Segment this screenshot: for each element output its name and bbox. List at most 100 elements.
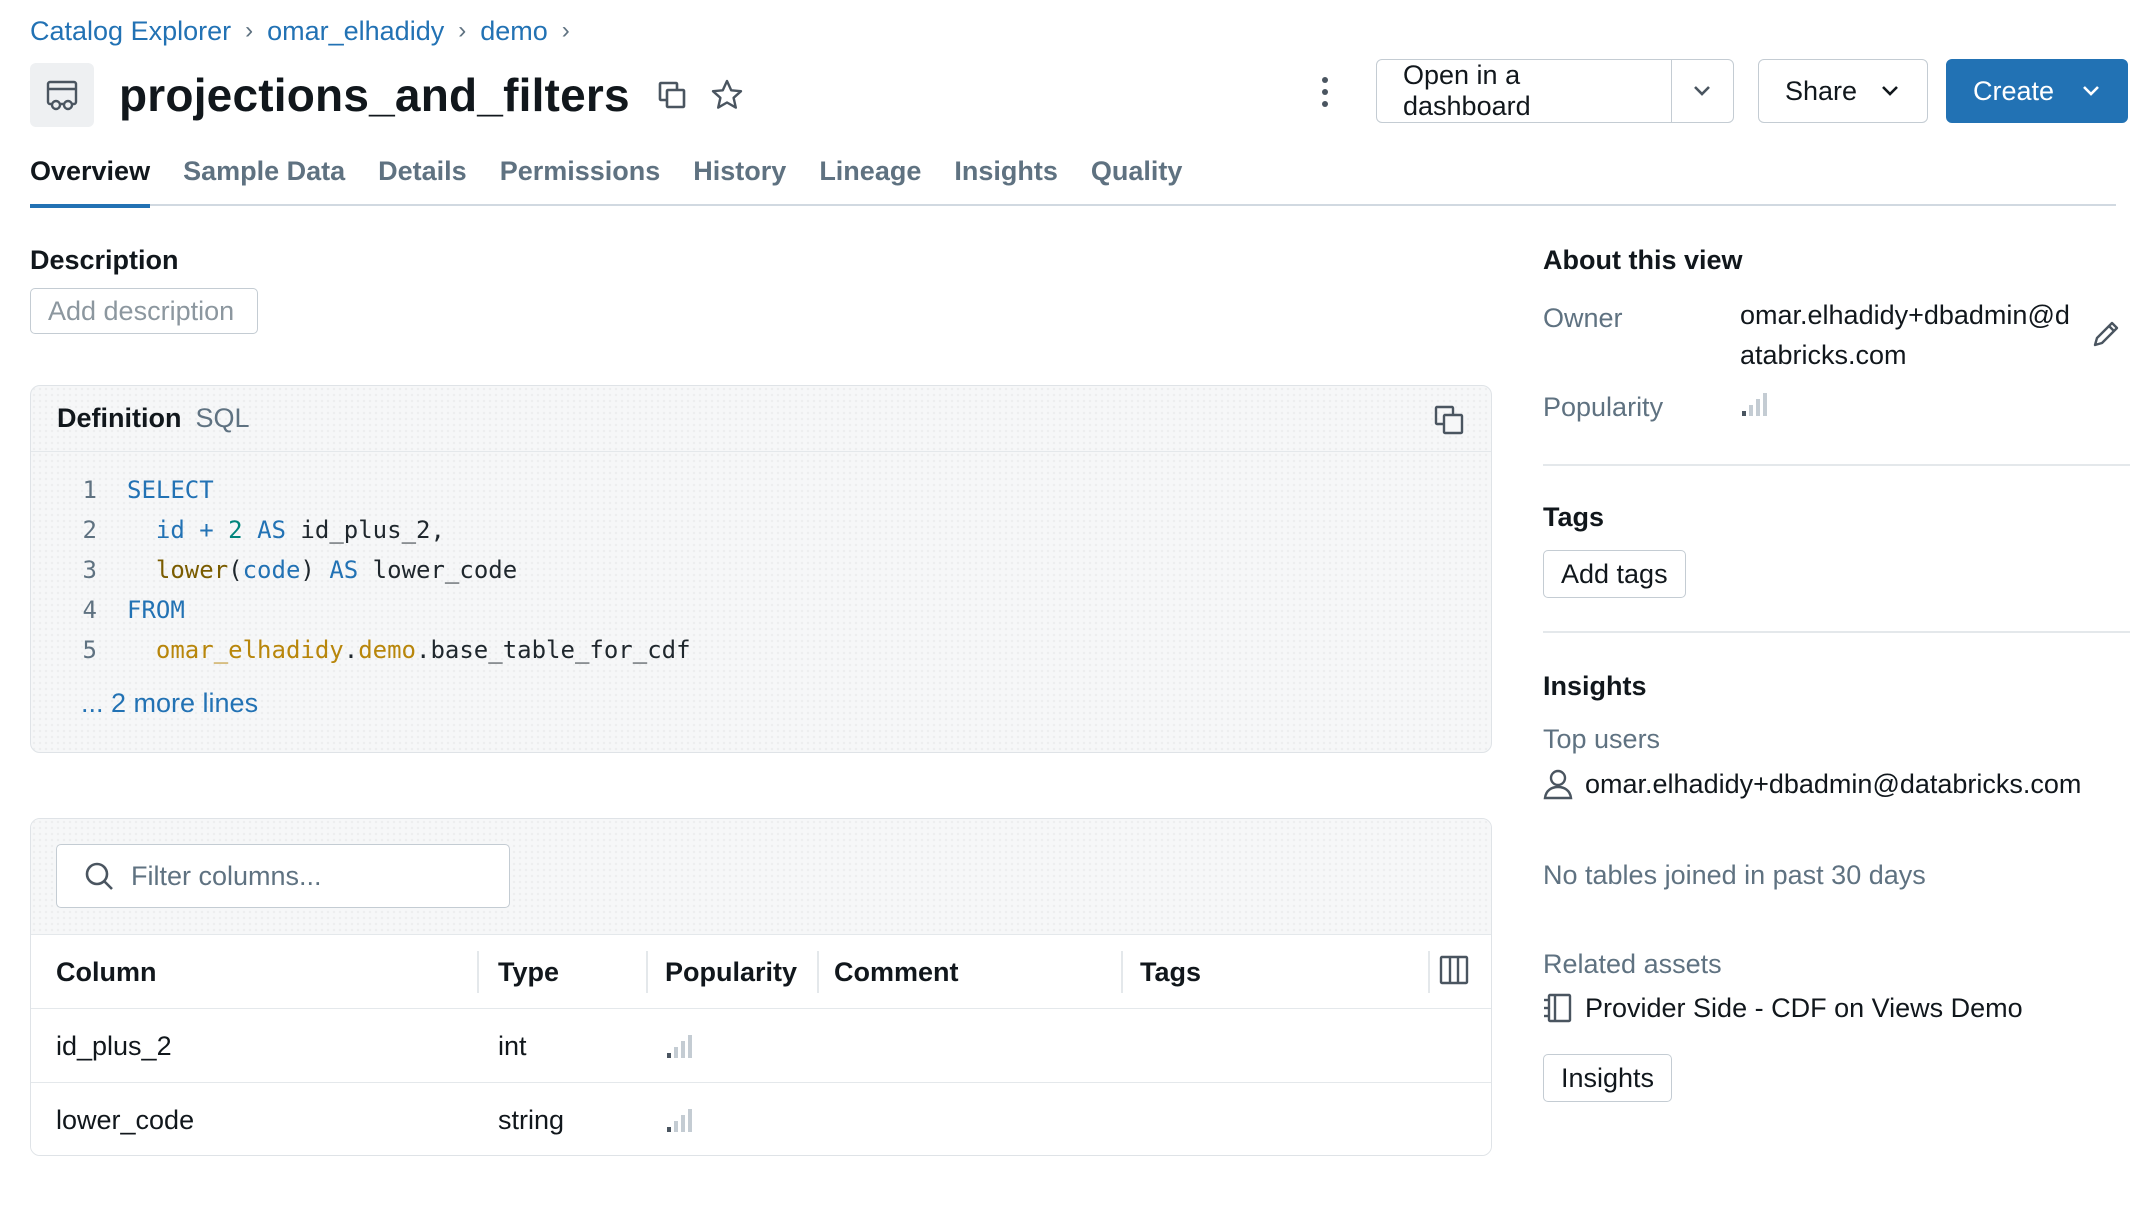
line-number: 2 (82, 516, 97, 544)
breadcrumb-catalog[interactable]: omar_elhadidy (267, 16, 444, 47)
top-user-email: omar.elhadidy+dbadmin@databricks.com (1585, 768, 2082, 799)
divider (1543, 631, 2130, 633)
columns-panel: Filter columns... Column Type Popularity… (30, 818, 1492, 1156)
breadcrumb: Catalog Explorer › omar_elhadidy › demo … (30, 14, 584, 48)
title-row: projections_and_filters (30, 62, 744, 128)
code-text: id + 2 AS id_plus_2, (155, 516, 445, 544)
top-users-label: Top users (1543, 724, 1661, 754)
code-line: 4 FROM (31, 590, 691, 630)
dashboard-icon (1544, 993, 1572, 1023)
top-user-item[interactable]: omar.elhadidy+dbadmin@databricks.com (1543, 768, 2081, 800)
column-type: int (498, 1030, 527, 1061)
chevron-right-icon: › (561, 17, 570, 44)
add-tags-button[interactable]: Add tags (1543, 550, 1686, 598)
definition-title: Definition (57, 403, 182, 433)
description-heading: Description (30, 245, 179, 275)
code-line: 1 SELECT (31, 470, 691, 510)
line-number: 5 (82, 636, 97, 664)
star-icon[interactable] (710, 78, 744, 112)
tab-details[interactable]: Details (378, 150, 467, 206)
view-icon (30, 63, 94, 127)
search-icon (85, 862, 113, 890)
chevron-down-icon (1882, 86, 1898, 96)
more-lines-link[interactable]: ... 2 more lines (81, 688, 258, 719)
column-name: lower_code (56, 1104, 195, 1135)
filter-placeholder: Filter columns... (131, 860, 322, 891)
code-text: omar_elhadidy.demo.base_table_for_cdf (155, 636, 691, 664)
popularity-bars-icon (665, 1009, 697, 1083)
page-title: projections_and_filters (119, 69, 630, 121)
insights-heading: Insights (1543, 671, 1647, 701)
divider (1543, 464, 2130, 466)
tab-history[interactable]: History (693, 150, 786, 206)
edit-owner-icon[interactable] (2090, 318, 2122, 355)
tab-quality[interactable]: Quality (1091, 150, 1183, 206)
open-dashboard-split-button: Open in a dashboard (1376, 59, 1734, 123)
related-asset-name: Provider Side - CDF on Views Demo (1585, 992, 2023, 1023)
column-header-popularity[interactable]: Popularity (665, 935, 797, 1009)
tab-lineage[interactable]: Lineage (819, 150, 921, 206)
share-label: Share (1785, 75, 1858, 106)
insights-button[interactable]: Insights (1543, 1054, 1673, 1102)
add-description-button[interactable]: Add description (30, 288, 258, 334)
code-text: lower(code) AS lower_code (155, 556, 518, 584)
column-type: string (498, 1104, 565, 1135)
chevron-down-icon (1694, 86, 1711, 96)
popularity-bars-icon (665, 1083, 697, 1155)
user-icon (1543, 769, 1573, 800)
open-dashboard-button[interactable]: Open in a dashboard (1377, 60, 1672, 122)
column-header-column[interactable]: Column (56, 935, 157, 1009)
column-header-comment[interactable]: Comment (834, 935, 959, 1009)
popularity-bars-icon (1740, 390, 1772, 423)
column-header-tags[interactable]: Tags (1140, 935, 1201, 1009)
columns-table-header: Column Type Popularity Comment Tags (31, 935, 1491, 1009)
create-label: Create (1973, 75, 2055, 106)
tab-permissions[interactable]: Permissions (500, 150, 661, 206)
tab-insights[interactable]: Insights (954, 150, 1058, 206)
breadcrumb-catalog-explorer[interactable]: Catalog Explorer (30, 16, 231, 47)
code-line: 5 omar_elhadidy.demo.base_table_for_cdf (31, 630, 691, 670)
tab-sample-data[interactable]: Sample Data (183, 150, 345, 206)
chevron-down-icon (2083, 86, 2099, 96)
line-number: 3 (82, 556, 97, 584)
about-heading: About this view (1543, 245, 1743, 275)
table-row[interactable]: lower_code string (31, 1083, 1491, 1155)
code-line: 2 id + 2 AS id_plus_2, (31, 510, 691, 550)
related-assets-label: Related assets (1543, 949, 1722, 979)
more-options-icon[interactable] (1310, 72, 1340, 112)
column-settings-icon[interactable] (1439, 955, 1469, 990)
create-button[interactable]: Create (1946, 59, 2128, 123)
breadcrumb-schema[interactable]: demo (480, 16, 548, 47)
line-number: 4 (82, 596, 97, 624)
share-button[interactable]: Share (1758, 59, 1928, 123)
code-text: SELECT (127, 476, 214, 504)
definition-header: Definition SQL (31, 386, 1491, 452)
column-header-type[interactable]: Type (498, 935, 559, 1009)
related-asset-item[interactable]: Provider Side - CDF on Views Demo (1543, 992, 2023, 1024)
code-line: 3 lower(code) AS lower_code (31, 550, 691, 590)
table-row[interactable]: id_plus_2 int (31, 1009, 1491, 1083)
owner-value: omar.elhadidy+dbadmin@d atabricks.com (1740, 295, 2070, 375)
tab-bar: Overview Sample Data Details Permissions… (30, 150, 2116, 208)
chevron-right-icon: › (458, 17, 467, 44)
open-dashboard-dropdown[interactable] (1672, 60, 1733, 122)
column-name: id_plus_2 (56, 1030, 172, 1061)
copy-icon[interactable] (1433, 404, 1465, 441)
owner-label: Owner (1543, 303, 1623, 333)
tab-overview[interactable]: Overview (30, 150, 151, 208)
copy-icon[interactable] (656, 79, 688, 111)
columns-toolbar: Filter columns... (31, 819, 1491, 935)
no-joins-text: No tables joined in past 30 days (1543, 860, 1926, 890)
filter-columns-input[interactable]: Filter columns... (56, 844, 510, 908)
chevron-right-icon: › (245, 17, 254, 44)
definition-language: SQL (195, 403, 250, 433)
line-number: 1 (82, 476, 97, 504)
definition-panel: Definition SQL 1 SELECT 2 id + 2 AS id_p… (30, 385, 1492, 753)
owner-value-line: omar.elhadidy+dbadmin@d (1740, 300, 2070, 330)
popularity-label: Popularity (1543, 392, 1664, 422)
sql-code-block[interactable]: 1 SELECT 2 id + 2 AS id_plus_2, 3 lower(… (31, 470, 691, 670)
code-text: FROM (127, 596, 185, 624)
open-dashboard-label: Open in a dashboard (1403, 60, 1531, 121)
tags-heading: Tags (1543, 502, 1605, 532)
owner-value-line: atabricks.com (1740, 340, 1907, 370)
